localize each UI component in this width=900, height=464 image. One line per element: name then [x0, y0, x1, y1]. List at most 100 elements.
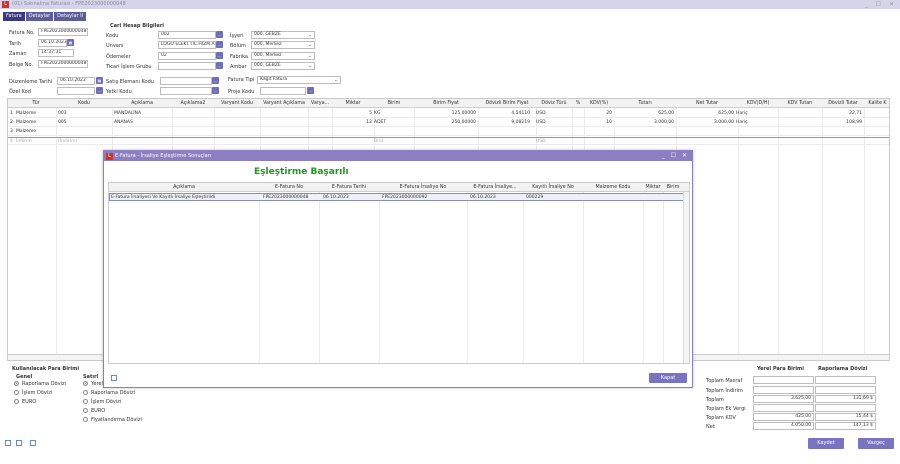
cell-kodu[interactable]: (İndirim) [58, 138, 77, 146]
ticari-field[interactable] [158, 62, 216, 70]
col-birim[interactable]: Birim [374, 99, 414, 108]
tab-fatura[interactable]: Fatura [3, 12, 25, 21]
tab-detaylar-2[interactable]: Detaylar II [54, 12, 87, 21]
cell-aciklama[interactable]: MANDALİNA [114, 110, 141, 118]
vertical-scrollbar[interactable] [683, 192, 689, 363]
genel-option-0[interactable]: Raporlama Dövizi [14, 380, 66, 387]
table-row[interactable]: 2 Malzeme 005 ANANAS 12 ADET 250,00000 9… [8, 119, 889, 127]
satis-lookup-button[interactable]: … [212, 77, 219, 84]
col-birim-fiyat[interactable]: Birim Fiyat [414, 99, 478, 108]
col-kodu[interactable]: Kodu [56, 99, 112, 108]
odemeler-field[interactable]: 02 [158, 52, 216, 60]
col-malzeme-kodu[interactable]: Malzeme Kodu [583, 183, 643, 192]
table-row[interactable]: 4 İndirim (İndirim) Brüt USD [8, 137, 889, 146]
cell-tutar[interactable]: 625,00 [614, 110, 674, 118]
col-efatura-no[interactable]: E-Fatura No [259, 183, 319, 192]
cell-miktar[interactable]: 5 [332, 110, 372, 118]
col-net-tutar[interactable]: Net Tutar [676, 99, 738, 108]
cell-doviz[interactable]: USD [536, 119, 546, 127]
tab-detaylar[interactable]: Detaylar [25, 12, 54, 21]
message-icon[interactable] [30, 440, 36, 446]
genel-option-1[interactable]: İşlem Dövizi [14, 389, 52, 396]
window-controls[interactable]: _ ☐ ✕ [865, 0, 897, 9]
col-yuzde[interactable]: % [572, 99, 584, 108]
table-row[interactable]: E-Fatura İrsaliyesi Ve Kayıtlı İrsaliye … [109, 193, 689, 201]
cell-tutar[interactable]: 3.000,00 [614, 119, 674, 127]
calendar-icon[interactable]: ▦ [96, 77, 103, 84]
satir-option-0[interactable]: Yerel [83, 380, 103, 387]
yetki-field[interactable] [160, 87, 212, 95]
col-kalite[interactable]: Kalite K [864, 99, 889, 108]
cell-birim[interactable]: ADET [374, 119, 386, 127]
col-varyant-kodu[interactable]: Varyant Kodu [214, 99, 260, 108]
cari-kodu-lookup-button[interactable]: … [216, 31, 223, 38]
cell-tur[interactable]: Malzeme [16, 119, 36, 127]
save-button[interactable]: Kaydet [808, 438, 844, 449]
dialog-window-controls[interactable]: _ ☐ ✕ [662, 151, 689, 161]
cancel-button[interactable]: Vazgeç [858, 438, 894, 449]
col-birim[interactable]: Birim [663, 183, 683, 192]
genel-option-2[interactable]: EURO [14, 398, 36, 405]
col-varya[interactable]: Varya... [308, 99, 332, 108]
col-kdv-dh[interactable]: KDV(D/H) [738, 99, 778, 108]
cell-dovizli-tutar[interactable]: 108,99 [822, 119, 862, 127]
zaman-field[interactable]: 14:37:31 [38, 49, 74, 57]
odemeler-lookup-button[interactable]: … [216, 52, 223, 59]
cell-kdvdh[interactable]: Hariç [736, 110, 748, 118]
cell-tur[interactable]: İndirim [16, 138, 32, 146]
table-row[interactable]: 3 Malzeme [8, 128, 889, 136]
cell-tur[interactable]: Malzeme [16, 128, 36, 136]
cell-birim[interactable]: KG [374, 110, 380, 118]
belge-no-field[interactable]: FPE2023000000048 [38, 60, 88, 68]
fatura-tipi-select[interactable]: Kağıt Fatura ⌄ [257, 76, 341, 84]
fatura-no-field[interactable]: FPE2023000000048 [38, 28, 88, 36]
unvani-field[interactable]: LOGO ELEKT.TİC.HİZM.A [158, 41, 216, 49]
cell-net[interactable]: 625,00 [676, 110, 734, 118]
col-irsaliye-tarih[interactable]: E-Fatura İrsaliye... [467, 183, 523, 192]
col-kdv[interactable]: KDV(%) [584, 99, 614, 108]
fabrika-select[interactable]: 000, Merkez ⌄ [251, 52, 315, 60]
col-kdv-tutari[interactable]: KDV Tutarı [778, 99, 822, 108]
ambar-select[interactable]: 000, GEBZE ⌄ [251, 62, 315, 70]
isyeri-select[interactable]: 000, GEBZE ⌄ [251, 31, 315, 39]
cell-doviz[interactable]: USD [536, 110, 546, 118]
col-efatura-tarihi[interactable]: E-Fatura Tarihi [319, 183, 379, 192]
cari-kodu-field[interactable]: 002 [158, 31, 216, 39]
col-aciklama2[interactable]: Açıklama2 [172, 99, 214, 108]
cell-kdvdh[interactable]: Hariç [736, 119, 748, 127]
cell-birim-fiyat[interactable]: 125,00000 [414, 110, 476, 118]
cell-kodu[interactable]: 005 [58, 119, 67, 127]
cell-net[interactable]: 3.000,00 [676, 119, 734, 127]
col-irsaliye-no[interactable]: E-Fatura İrsaliye No [379, 183, 467, 192]
col-miktar[interactable]: Miktar [332, 99, 374, 108]
view-icon[interactable] [5, 440, 11, 446]
col-aciklama[interactable]: Açıklama [112, 99, 172, 108]
cell-aciklama[interactable]: ANANAS [114, 119, 133, 127]
ozel-kod-field[interactable] [57, 87, 95, 95]
satir-option-1[interactable]: Raporlama Dövizi [83, 389, 135, 396]
close-button[interactable]: Kapat [649, 373, 687, 383]
cell-birim-fiyat[interactable]: 250,00000 [414, 119, 476, 127]
cell-kodu[interactable]: 003 [58, 110, 67, 118]
export-icon[interactable] [111, 375, 117, 381]
bolum-select[interactable]: 000, Merkez ⌄ [251, 41, 315, 49]
cell-tur[interactable]: Malzeme [16, 110, 36, 118]
col-dovizli-tutar[interactable]: Dövizli Tutar [822, 99, 864, 108]
col-tur[interactable]: Tür [16, 99, 56, 108]
cell-kdv[interactable]: 10 [584, 119, 612, 127]
cell-kdv[interactable]: 20 [584, 110, 612, 118]
satir-option-2[interactable]: İşlem Dövizi [83, 398, 121, 405]
cell-doviz[interactable]: USD [536, 138, 546, 146]
ticari-lookup-button[interactable]: … [216, 62, 223, 69]
document-icon[interactable] [16, 440, 22, 446]
col-aciklama[interactable]: Açıklama [109, 183, 259, 192]
duzenleme-field[interactable]: 06.10.2023 [57, 77, 95, 85]
proje-field[interactable] [260, 87, 306, 95]
cell-dovizli-bf[interactable]: 9,08219 [478, 119, 530, 127]
col-doviz-turu[interactable]: Döviz Türü [536, 99, 572, 108]
tarih-field[interactable]: 06.10.2023 [38, 39, 67, 47]
col-miktar[interactable]: Miktar [643, 183, 663, 192]
yetki-lookup-button[interactable]: … [212, 87, 219, 94]
table-row[interactable]: 1 Malzeme 003 MANDALİNA 5 KG 125,00000 4… [8, 110, 889, 118]
satir-option-4[interactable]: Fiyatlandırma Dövizi [83, 416, 142, 423]
